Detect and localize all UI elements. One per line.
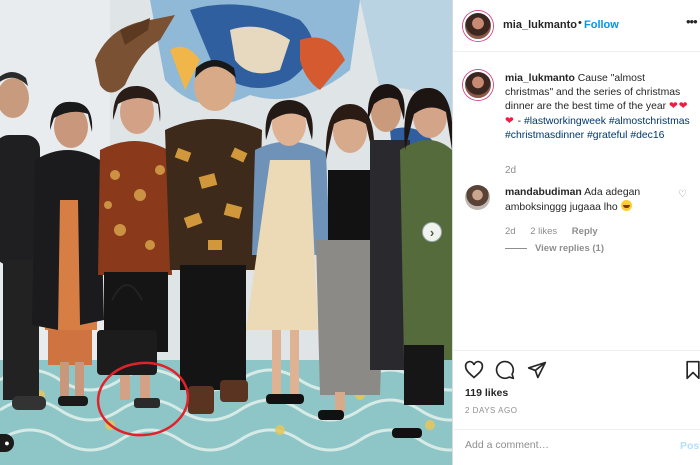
follow-separator: •: [578, 17, 582, 29]
author-username[interactable]: mia_lukmanto: [503, 19, 577, 31]
comment-bubble-icon[interactable]: [495, 360, 515, 380]
caption-text: mia_lukmanto Cause "almost christmas" an…: [505, 72, 695, 143]
comment-time: 2d: [505, 226, 516, 237]
add-comment-bar: Post: [453, 429, 700, 465]
more-options-icon[interactable]: •••: [686, 14, 698, 29]
post-side-panel: mia_lukmanto • Follow ••• mia_lukmanto C…: [452, 0, 700, 465]
view-replies-button[interactable]: View replies (1): [505, 243, 604, 254]
post-comment-button[interactable]: Post: [680, 440, 700, 452]
laughing-emoji-icon: [620, 200, 632, 211]
share-send-icon[interactable]: [527, 360, 547, 380]
hashtag[interactable]: #grateful: [587, 130, 627, 141]
post-photo[interactable]: › ●: [0, 0, 452, 465]
caption-time: 2d: [505, 165, 517, 176]
commenter-avatar[interactable]: [465, 185, 490, 210]
post-header: mia_lukmanto • Follow •••: [453, 0, 700, 52]
comment-likes[interactable]: 2 likes: [530, 226, 557, 237]
follow-button[interactable]: Follow: [584, 19, 619, 31]
hashtag[interactable]: #dec16: [630, 130, 664, 141]
likes-count[interactable]: 119 likes: [465, 387, 508, 399]
carousel-next-button[interactable]: ›: [422, 222, 442, 242]
group-photo-illustration: [0, 0, 452, 465]
reply-button[interactable]: Reply: [572, 226, 598, 237]
comment-like-icon[interactable]: ♡: [678, 189, 687, 200]
post-actions: 119 likes 2 DAYS AGO Post: [453, 350, 700, 465]
comment-meta: 2d 2 likes Reply: [505, 226, 610, 237]
caption-dash: -: [514, 115, 524, 127]
commenter-username[interactable]: mandabudiman: [505, 187, 582, 198]
add-comment-input[interactable]: [465, 439, 665, 451]
hashtag[interactable]: #christmasdinner: [505, 130, 584, 141]
bookmark-icon[interactable]: [683, 360, 700, 380]
author-avatar[interactable]: [463, 11, 493, 41]
hashtag[interactable]: #almostchristmas: [609, 116, 690, 127]
comment-text: mandabudiman Ada adegan amboksinggg juga…: [505, 186, 680, 215]
posted-time: 2 DAYS AGO: [465, 406, 518, 415]
caption-avatar[interactable]: [463, 70, 493, 100]
hashtag[interactable]: #lastworkingweek: [524, 116, 606, 127]
like-heart-icon[interactable]: [464, 360, 484, 380]
caption-username[interactable]: mia_lukmanto: [505, 73, 575, 84]
